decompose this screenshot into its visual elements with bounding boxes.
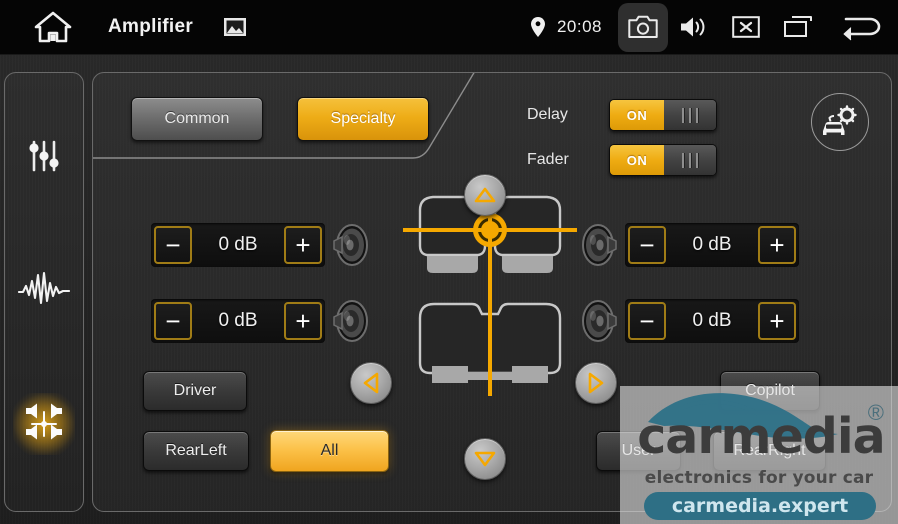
- rear-right-minus-button[interactable]: −: [628, 302, 666, 340]
- car-settings-button[interactable]: [811, 93, 869, 151]
- front-left-level-box: − 0 dB +: [151, 223, 325, 267]
- rear-left-level-box: − 0 dB +: [151, 299, 325, 343]
- balance-speakers-icon: [26, 403, 62, 440]
- left-arrow-icon: [363, 372, 379, 394]
- delay-toggle[interactable]: ON: [609, 99, 717, 131]
- front-left-level-value: 0 dB: [218, 234, 258, 255]
- tab-specialty[interactable]: Specialty: [297, 97, 429, 141]
- rear-left-speaker-icon: [325, 297, 373, 345]
- front-right-level-value: 0 dB: [692, 234, 732, 255]
- move-down-button[interactable]: [464, 438, 506, 480]
- down-arrow-icon: [474, 451, 496, 467]
- home-icon: [34, 11, 72, 43]
- delay-toggle-state: ON: [610, 100, 664, 130]
- rear-left-level-value: 0 dB: [218, 310, 258, 331]
- camera-icon: [628, 15, 658, 38]
- sidebar-item-waveform[interactable]: [13, 259, 75, 321]
- delay-toggle-knob[interactable]: [664, 100, 716, 130]
- right-arrow-icon: [588, 372, 604, 394]
- status-icons-group: 20:08: [525, 0, 898, 55]
- recent-apps-icon: [784, 16, 812, 37]
- back-button[interactable]: [824, 13, 898, 41]
- rear-right-level-box: − 0 dB +: [625, 299, 799, 343]
- rear-left-minus-button[interactable]: −: [154, 302, 192, 340]
- preset-rearright-button[interactable]: RearRight: [713, 431, 826, 471]
- delay-label: Delay: [527, 106, 568, 123]
- fader-toggle-knob[interactable]: [664, 145, 716, 175]
- fader-toggle-state: ON: [610, 145, 664, 175]
- preset-user-button[interactable]: User: [596, 431, 681, 471]
- up-arrow-icon: [474, 187, 496, 203]
- sidebar-item-equalizer[interactable]: [13, 125, 75, 187]
- move-right-button[interactable]: [575, 362, 617, 404]
- front-right-plus-button[interactable]: +: [758, 226, 796, 264]
- mode-tabs: Common Specialty: [131, 97, 429, 141]
- close-button[interactable]: [720, 0, 772, 55]
- front-left-level-row: − 0 dB +: [151, 221, 373, 269]
- rear-left-level-row: − 0 dB +: [151, 297, 373, 345]
- volume-icon: [681, 17, 705, 37]
- rear-right-speaker-icon: [577, 297, 625, 345]
- fader-toggle[interactable]: ON: [609, 144, 717, 176]
- front-right-minus-button[interactable]: −: [628, 226, 666, 264]
- location-pin-icon: [530, 17, 545, 37]
- rear-right-level-value: 0 dB: [692, 310, 732, 331]
- delay-switch-row: Delay ON: [527, 99, 717, 131]
- tab-common[interactable]: Common: [131, 97, 263, 141]
- car-gear-icon: [823, 105, 857, 135]
- front-left-speaker-icon: [325, 221, 373, 269]
- front-left-minus-button[interactable]: −: [154, 226, 192, 264]
- location-button[interactable]: [525, 17, 551, 37]
- fader-label: Fader: [527, 151, 569, 168]
- front-left-plus-button[interactable]: +: [284, 226, 322, 264]
- back-arrow-icon: [843, 17, 881, 41]
- recent-apps-button[interactable]: [772, 0, 824, 55]
- top-status-bar: Amplifier 20:08: [0, 0, 898, 55]
- front-right-level-row: − 0 dB +: [577, 221, 799, 269]
- rear-left-plus-button[interactable]: +: [284, 302, 322, 340]
- volume-button[interactable]: [668, 0, 720, 55]
- preset-copilot-button[interactable]: Copilot: [720, 371, 820, 411]
- image-button[interactable]: [223, 15, 247, 39]
- sidebar-item-balance[interactable]: [13, 393, 75, 455]
- close-box-icon: [732, 16, 760, 38]
- preset-all-button[interactable]: All: [270, 430, 389, 472]
- preset-rearleft-button[interactable]: RearLeft: [143, 431, 249, 471]
- move-left-button[interactable]: [350, 362, 392, 404]
- rear-right-level-row: − 0 dB +: [577, 297, 799, 345]
- left-sidebar: [4, 72, 84, 512]
- waveform-icon: [18, 271, 70, 305]
- page-title: Amplifier: [108, 16, 194, 37]
- preset-driver-button[interactable]: Driver: [143, 371, 247, 411]
- rear-right-plus-button[interactable]: +: [758, 302, 796, 340]
- image-icon: [224, 18, 247, 36]
- equalizer-sliders-icon: [29, 140, 59, 172]
- clock-time: 20:08: [556, 17, 602, 36]
- front-right-level-box: − 0 dB +: [625, 223, 799, 267]
- screenshot-button[interactable]: [618, 2, 668, 52]
- home-button[interactable]: [30, 7, 76, 47]
- move-up-button[interactable]: [464, 174, 506, 216]
- front-right-speaker-icon: [577, 221, 625, 269]
